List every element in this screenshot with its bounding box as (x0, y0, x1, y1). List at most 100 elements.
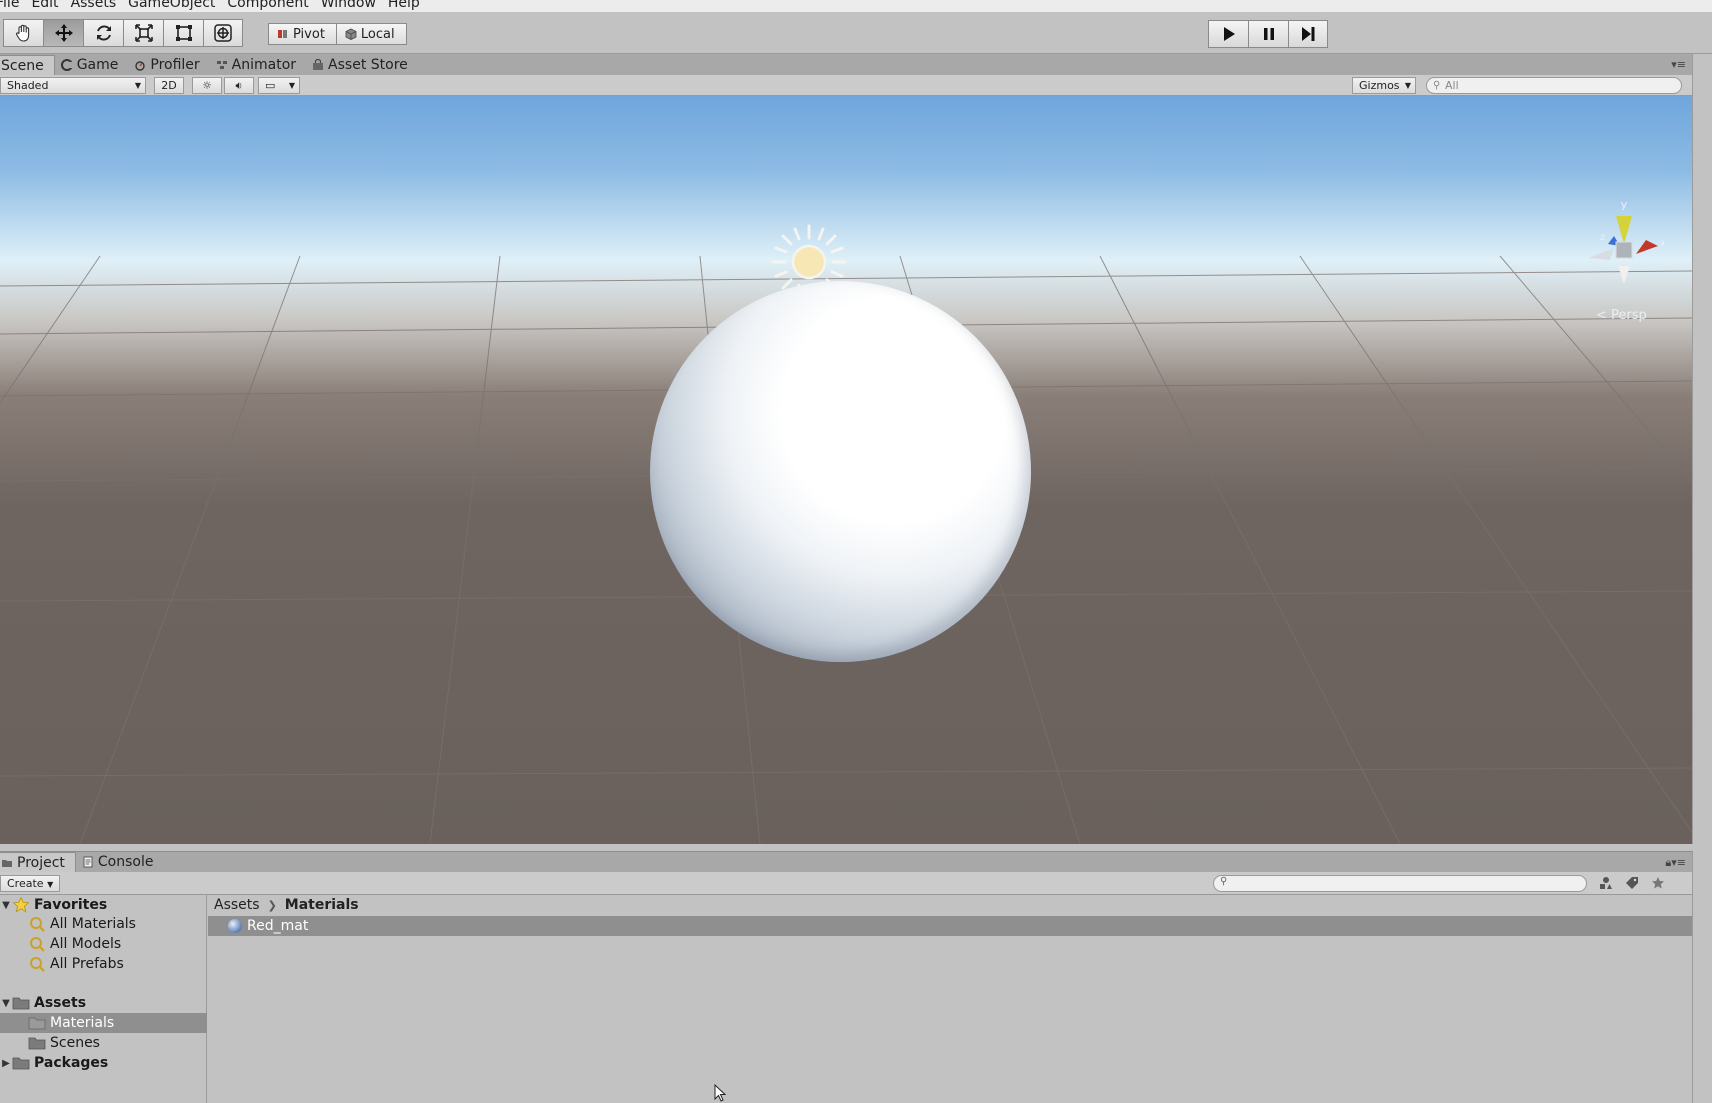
tab-scene[interactable]: Scene (0, 55, 55, 75)
scale-tool-button[interactable] (123, 19, 163, 47)
menu-gameobject[interactable]: GameObject (128, 0, 227, 12)
gizmos-label: Gizmos (1359, 79, 1400, 92)
rotate-icon (96, 25, 111, 41)
menu-file[interactable]: File (0, 0, 31, 12)
expand-arrow-icon[interactable]: ▼ (0, 900, 12, 911)
lighting-icon: ☼ (202, 79, 212, 92)
animator-icon (216, 61, 227, 69)
pause-button[interactable] (1248, 20, 1288, 48)
persp-arrow-icon: < (1596, 308, 1612, 323)
scene-search-placeholder: All (1445, 79, 1459, 92)
scene-audio-toggle[interactable]: 🔉︎ (224, 77, 254, 94)
project-filter-icons (1598, 875, 1666, 891)
move-tool-button[interactable] (43, 19, 83, 47)
tree-all-materials-label: All Materials (50, 916, 136, 932)
tree-all-models[interactable]: All Models (0, 934, 207, 954)
rotate-tool-button[interactable] (83, 19, 123, 47)
tree-all-materials[interactable]: All Materials (0, 914, 207, 934)
menu-help[interactable]: Help (388, 0, 432, 12)
tab-animator[interactable]: Animator (210, 55, 306, 75)
assets-label: Assets (34, 995, 87, 1011)
menu-window[interactable]: Window (321, 0, 388, 12)
expand-arrow-icon[interactable]: ▼ (0, 998, 12, 1009)
saved-search-icon (30, 937, 45, 952)
scene-search-input[interactable]: ⚲ All (1426, 77, 1682, 94)
scene-effects-dropdown[interactable]: ▭ ▼ (258, 77, 300, 94)
tab-profiler-label: Profiler (150, 57, 200, 73)
rect-transform-icon (175, 25, 192, 41)
folder-icon (2, 859, 12, 867)
step-button[interactable] (1288, 20, 1328, 48)
gizmo-x-label: x (1660, 238, 1664, 249)
menu-bar: File Edit Assets GameObject Component Wi… (0, 0, 1712, 12)
transform-all-tool-button[interactable] (203, 19, 243, 47)
bottom-edge-panel (1692, 851, 1712, 1103)
breadcrumb-assets[interactable]: Assets (214, 897, 260, 913)
gizmos-dropdown[interactable]: Gizmos ▼ (1352, 77, 1416, 94)
breadcrumb-materials[interactable]: Materials (285, 897, 359, 913)
tree-all-prefabs[interactable]: All Prefabs (0, 954, 207, 974)
filter-by-type-icon[interactable] (1598, 875, 1614, 891)
tree-packages[interactable]: ▶ Packages (0, 1053, 207, 1073)
search-icon: ⚲ (1220, 876, 1228, 887)
tree-assets[interactable]: ▼ Assets (0, 993, 207, 1013)
tab-console[interactable]: Console (76, 852, 164, 872)
asset-store-icon (313, 59, 324, 70)
pivot-button[interactable]: Pivot (268, 23, 337, 45)
tab-animator-label: Animator (231, 57, 297, 73)
orientation-gizmo[interactable]: y x z (1584, 198, 1664, 298)
tab-game[interactable]: Game (55, 55, 129, 75)
tab-asset-store-label: Asset Store (328, 57, 408, 73)
scene-tab-bar: Scene Game Profiler Animator Asset Store… (0, 54, 1692, 75)
image-icon: ▭ (265, 79, 276, 92)
create-label: Create (7, 877, 44, 890)
gizmo-y-label: y (1621, 198, 1628, 211)
create-dropdown[interactable]: Create ▼ (0, 875, 61, 892)
scale-icon (134, 24, 153, 42)
menu-assets[interactable]: Assets (71, 0, 129, 12)
rect-tool-button[interactable] (163, 19, 203, 47)
mode-2d-toggle[interactable]: 2D (154, 77, 184, 94)
file-item-red-mat[interactable]: Red_mat (208, 916, 1692, 936)
menu-component[interactable]: Component (227, 0, 320, 12)
project-panel-menu-icon[interactable]: 🔒︎▾≡ (1665, 856, 1686, 870)
transform-tools (3, 19, 243, 47)
tab-project[interactable]: Project (0, 852, 76, 872)
scene-control-bar: Shaded ▼ 2D ☼ 🔉︎ ▭ ▼ Gizmos ▼ ⚲ All (0, 75, 1692, 96)
local-button[interactable]: Local (336, 23, 407, 45)
packages-label: Packages (34, 1055, 109, 1071)
hand-tool-button[interactable] (3, 19, 43, 47)
tab-console-label: Console (97, 854, 154, 870)
panel-menu-icon[interactable]: ▾≡ (1671, 58, 1686, 71)
move-icon (54, 24, 73, 42)
filter-by-label-icon[interactable] (1624, 875, 1640, 891)
audio-icon: 🔉︎ (235, 79, 243, 92)
tree-favorites[interactable]: ▼ Favorites (0, 895, 207, 915)
search-icon: ⚲ (1433, 80, 1441, 91)
chevron-down-icon: ▼ (1404, 81, 1411, 90)
tab-profiler[interactable]: Profiler (128, 55, 209, 75)
projection-toggle[interactable]: < Persp (1596, 308, 1647, 323)
expand-arrow-icon[interactable]: ▶ (0, 1058, 12, 1069)
star-icon (12, 897, 30, 913)
tree-scenes-label: Scenes (50, 1035, 100, 1051)
tree-materials[interactable]: Materials (0, 1013, 207, 1033)
saved-search-icon (30, 957, 45, 972)
breadcrumb-separator-icon: ❯ (267, 898, 277, 912)
favorite-star-icon[interactable] (1650, 875, 1666, 891)
material-icon (228, 919, 242, 933)
shading-mode-dropdown[interactable]: Shaded ▼ (0, 77, 146, 94)
sphere-object[interactable] (650, 281, 1031, 662)
tab-project-label: Project (17, 854, 65, 871)
project-search-input[interactable]: ⚲ (1213, 875, 1587, 892)
tree-materials-label: Materials (50, 1015, 115, 1031)
tree-scenes[interactable]: Scenes (0, 1033, 207, 1053)
folder-icon (12, 1057, 30, 1070)
scene-viewport[interactable]: y x z < Persp (0, 96, 1692, 844)
scene-lighting-toggle[interactable]: ☼ (192, 77, 222, 94)
unity-editor-window: File Edit Assets GameObject Component Wi… (0, 0, 1712, 1103)
play-button[interactable] (1208, 20, 1248, 48)
tab-asset-store[interactable]: Asset Store (306, 55, 418, 75)
menu-edit[interactable]: Edit (31, 0, 70, 12)
file-item-label: Red_mat (247, 918, 309, 934)
